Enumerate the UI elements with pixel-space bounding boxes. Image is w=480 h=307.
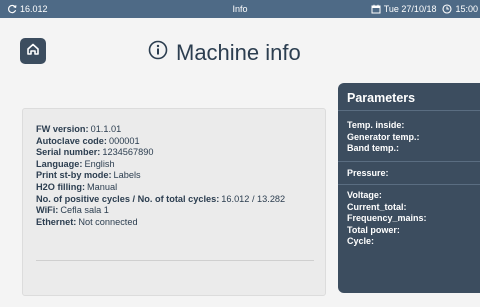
machine-info-list: FW version: 01.1.01 Autoclave code: 000001… [36,124,285,228]
param-frequency-mains: Frequency_mains: [347,213,427,224]
parameters-divider [338,184,480,185]
info-label: No. of positive cycles / No. of total cy… [36,193,220,204]
machine-info-panel: FW version: 01.1.01 Autoclave code: 000001… [22,108,326,296]
info-row-print-standby: Print st-by mode: Labels [36,170,285,182]
info-row-serial-number: Serial number: 1234567890 [36,147,285,159]
home-button[interactable] [20,38,46,64]
param-pressure: Pressure: [347,168,389,178]
info-label: Language: [36,158,83,169]
param-generator-temp: Generator temp.: [347,131,420,142]
info-value: Manual [87,181,118,192]
parameters-divider [338,161,480,162]
status-bar: 16.012 Info Tue 27/10/18 15:00 [0,0,480,18]
info-row-h2o-filling: H2O filling: Manual [36,182,285,194]
info-label: FW version: [36,124,89,134]
clock-icon [442,4,453,14]
info-value: 000001 [108,135,140,146]
info-label: Autoclave code: [36,135,107,146]
info-value: 01.1.01 [90,124,122,134]
param-current-total: Current_total: [347,201,407,212]
info-row-wifi: WiFi: Cefla sala 1 [36,205,285,217]
date-label: Tue 27/10/18 [383,4,437,14]
param-voltage: Voltage: [347,190,382,200]
info-value: Cefla sala 1 [60,205,109,216]
info-row-cycles: No. of positive cycles / No. of total cy… [36,194,285,206]
param-cycle: Cycle: [347,236,375,247]
info-row-ethernet: Ethernet: Not connected [36,217,285,229]
parameters-temperature-group: Temp. inside: Generator temp.: Band temp… [347,120,420,155]
parameters-panel: Parameters Temp. inside: Generator temp.… [338,83,480,293]
info-label: Print st-by mode: [36,170,112,181]
page-title-text: Machine info [176,40,301,65]
param-band-temp: Band temp.: [347,143,400,154]
info-row-language: Language: English [36,159,285,171]
datetime: Tue 27/10/18 15:00 [371,4,478,14]
home-icon [26,42,40,61]
info-value: 16.012 / 13.282 [221,193,286,204]
param-total-power: Total power: [347,224,400,235]
info-value: English [84,158,115,169]
info-value: Not connected [78,216,138,227]
info-row-fw-version: FW version: 01.1.01 [36,124,285,136]
info-label: WiFi: [36,205,59,216]
param-temp-inside: Temp. inside: [347,120,405,130]
info-label: Ethernet: [36,216,77,227]
page-title: Machine info [148,38,301,68]
info-label: Serial number: [36,147,101,158]
parameters-pressure-group: Pressure: [347,168,389,180]
info-label: H2O filling: [36,181,85,192]
info-icon [148,40,168,66]
info-row-autoclave-code: Autoclave code: 000001 [36,136,285,148]
parameters-title: Parameters [347,91,416,105]
info-value: Labels [113,170,141,181]
parameters-divider [338,110,480,111]
time-label: 15:00 [455,4,478,14]
parameters-electrical-group: Voltage: Current_total: Frequency_mains:… [347,190,427,248]
calendar-icon [371,4,381,14]
info-value: 1234567890 [102,147,154,158]
info-divider [36,260,314,261]
